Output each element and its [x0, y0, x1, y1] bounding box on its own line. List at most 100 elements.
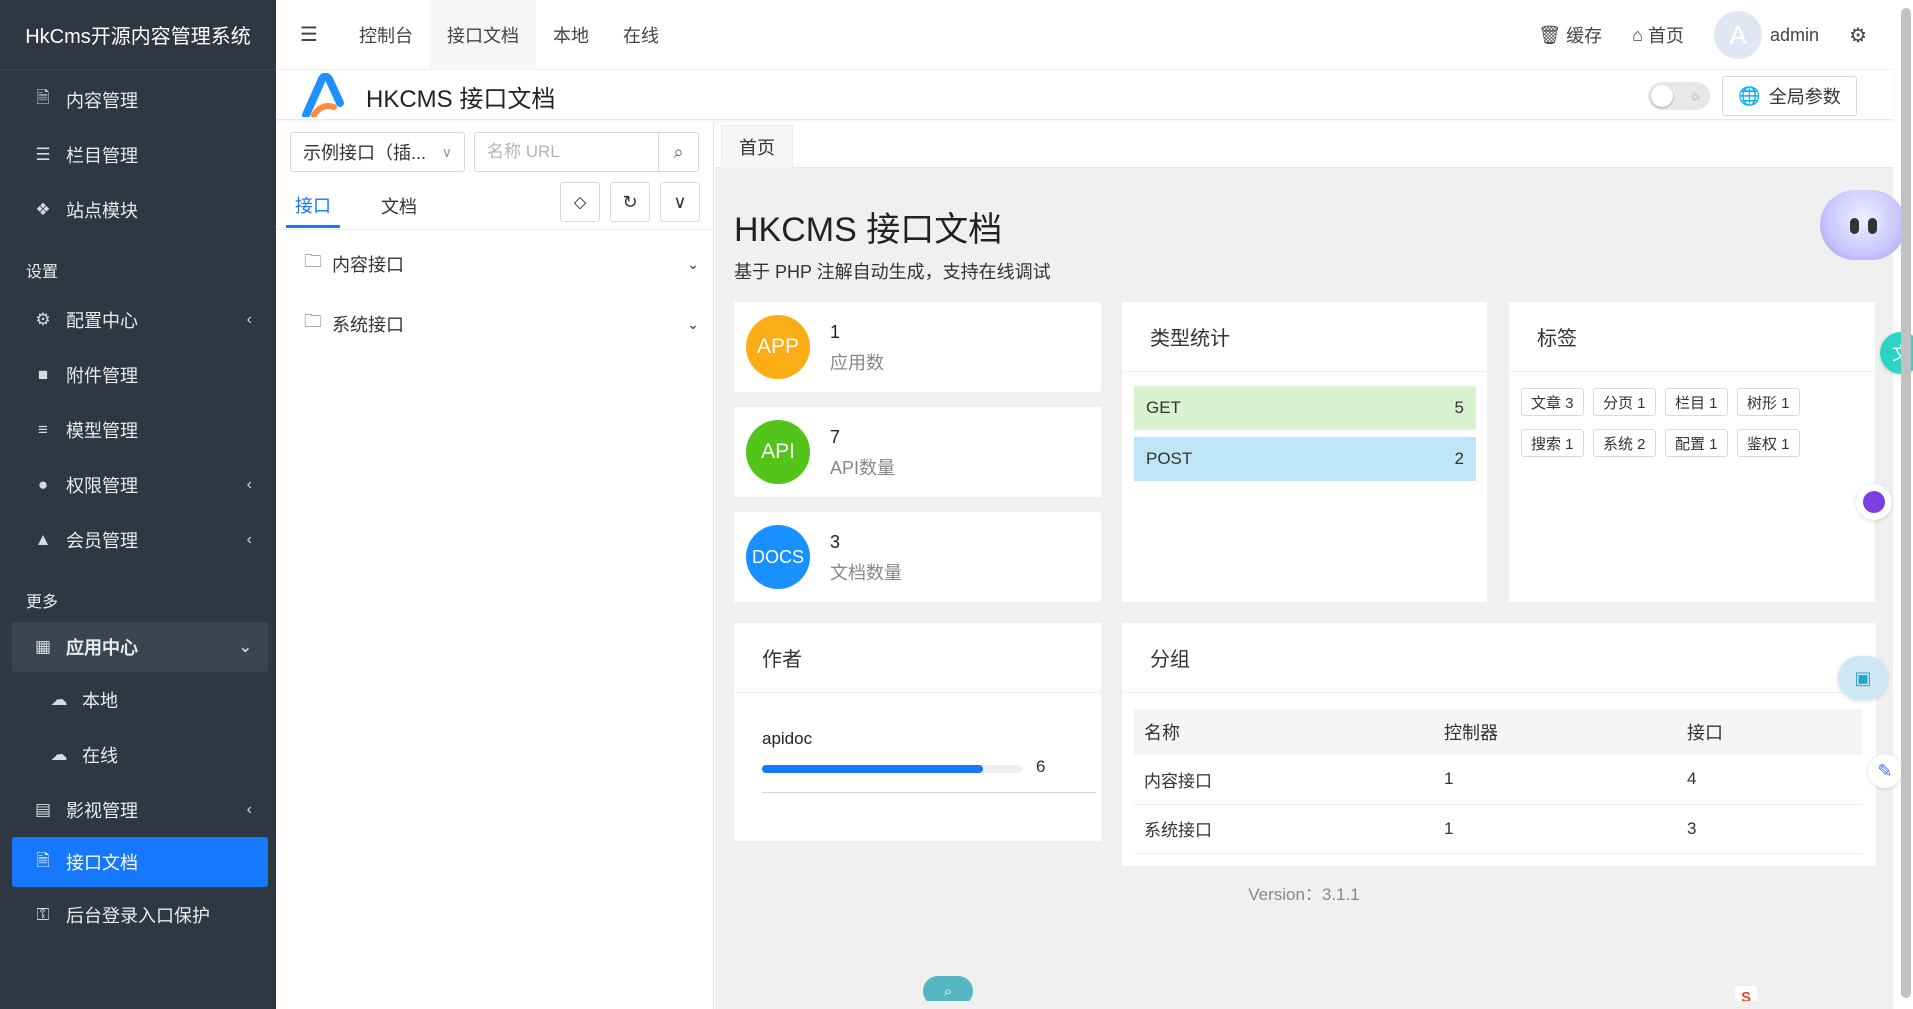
sidebar-item-category[interactable]: ☰ 栏目管理 [0, 127, 276, 182]
cloud-download-icon: ☁ [50, 689, 68, 709]
sidebar-item-site-module[interactable]: ❖ 站点模块 [0, 182, 276, 237]
chevron-left-icon: ‹ [246, 475, 252, 493]
bot-eye [1868, 218, 1877, 234]
tab-online[interactable]: 在线 [606, 0, 676, 70]
sidebar-item-video[interactable]: ▤ 影视管理 ‹ [0, 782, 276, 837]
stat-card-app: APP 1 应用数 [734, 302, 1101, 392]
user-tie-icon: ▲ [34, 529, 52, 549]
horizontal-scrollbar[interactable] [715, 1001, 1893, 1009]
sidebar-item-label: 影视管理 [66, 800, 138, 821]
tag-item[interactable]: 系统 2 [1593, 429, 1656, 457]
gear-icon[interactable]: ⚙ [1849, 23, 1867, 48]
sidebar-item-api-doc[interactable]: 🗎 接口文档 [12, 837, 268, 887]
table-row[interactable]: 系统接口 1 3 [1134, 804, 1862, 854]
edit-widget-icon[interactable]: ✎ [1868, 754, 1902, 788]
sidebar-item-label: 模型管理 [66, 420, 138, 441]
globe-icon: 🌐 [1738, 85, 1761, 106]
tab-local[interactable]: 本地 [536, 0, 606, 70]
stat-badge: APP [746, 315, 810, 379]
sidebar-item-attachment[interactable]: ■ 附件管理 [0, 347, 276, 402]
cell-api: 4 [1677, 755, 1862, 805]
toggle-knob [1651, 85, 1673, 107]
tab-api-doc[interactable]: 接口文档 [430, 0, 536, 70]
groups-table: 名称 控制器 接口 内容接口 1 4 系统接口 1 3 [1134, 709, 1862, 854]
crumb-home[interactable]: 首页 [721, 125, 793, 168]
stat-badge: DOCS [746, 525, 810, 589]
menu-toggle-icon[interactable]: ☰ [276, 22, 342, 47]
cloud-icon: ☁ [50, 744, 68, 764]
col-api: 接口 [1677, 709, 1862, 755]
sidebar-item-login-protect[interactable]: ⚿ 后台登录入口保护 [0, 887, 276, 942]
sidebar-menu-settings: ⚙ 配置中心 ‹ ■ 附件管理 ≡ 模型管理 ● 权限管理 ‹ ▲ 会员管理 ‹ [0, 292, 276, 567]
crumb-bar: 首页 [715, 122, 1893, 168]
author-card: 作者 apidoc 6 [734, 623, 1101, 841]
home-link[interactable]: ⌂ 首页 [1632, 22, 1684, 48]
top-right-actions: 🗑 缓存 ⌂ 首页 A admin ⚙ [1538, 0, 1893, 70]
theme-toggle[interactable]: ☼ [1648, 82, 1710, 110]
file-icon: 🗎 [36, 88, 50, 107]
tree-group-label: 内容接口 [332, 255, 404, 275]
sidebar-item-label: 在线 [82, 745, 118, 766]
bot-eye [1850, 218, 1859, 234]
tag-item[interactable]: 配置 1 [1665, 429, 1728, 457]
tag-icon: ⬦ [573, 191, 587, 212]
bot-face [1863, 491, 1885, 513]
home-label: 首页 [1648, 26, 1685, 46]
chevron-down-icon: ⌄ [687, 315, 699, 332]
search-icon[interactable]: ⌕ [658, 133, 698, 171]
type-method: POST [1146, 449, 1193, 468]
sidebar-item-member[interactable]: ▲ 会员管理 ‹ [0, 512, 276, 567]
stat-badge: API [746, 420, 810, 484]
doc-header-title: HKCMS 接口文档 [366, 86, 556, 113]
tag-item[interactable]: 搜索 1 [1521, 429, 1584, 457]
brand-title[interactable]: HkCms开源内容管理系统 [0, 0, 276, 70]
user-name[interactable]: admin [1770, 25, 1819, 46]
sidebar-item-online[interactable]: ☁ 在线 [0, 727, 276, 782]
sidebar-item-local[interactable]: ☁ 本地 [0, 672, 276, 727]
tag-item[interactable]: 栏目 1 [1665, 388, 1728, 416]
table-row[interactable]: 内容接口 1 4 [1134, 755, 1862, 805]
sidebar-item-config[interactable]: ⚙ 配置中心 ‹ [0, 292, 276, 347]
top-header: ☰ 控制台 接口文档 本地 在线 🗑 缓存 ⌂ 首页 A admin ⚙ [276, 0, 1893, 70]
tag-item[interactable]: 文章 3 [1521, 388, 1584, 416]
sidebar-menu: 🗎 内容管理 ☰ 栏目管理 ❖ 站点模块 [0, 72, 276, 237]
search-input[interactable] [475, 133, 658, 171]
tag-item[interactable]: 分页 1 [1593, 388, 1656, 416]
assistant-bot-icon[interactable] [1820, 190, 1906, 260]
chat-bot-icon[interactable] [1856, 484, 1892, 520]
page-scrollbar[interactable] [1901, 8, 1911, 998]
sidebar-item-label: 会员管理 [66, 530, 138, 551]
sidebar-item-model[interactable]: ≡ 模型管理 [0, 402, 276, 457]
tree-group[interactable]: 🗀 系统接口 ⌄ [304, 304, 699, 344]
tab-dashboard[interactable]: 控制台 [342, 0, 430, 70]
tag-item[interactable]: 鉴权 1 [1737, 429, 1800, 457]
section-settings: 设置 [26, 264, 59, 281]
home-icon: ⌂ [1632, 24, 1644, 45]
sidebar-item-app-center[interactable]: ▦ 应用中心 ⌄ [12, 622, 268, 672]
stat-value: 7 [830, 427, 841, 447]
author-progress [762, 765, 1022, 773]
app-select[interactable]: 示例接口（插... ∨ [290, 132, 465, 172]
refresh-button[interactable]: ↻ [610, 182, 650, 222]
sidebar-item-permission[interactable]: ● 权限管理 ‹ [0, 457, 276, 512]
collapse-button[interactable]: ∨ [660, 182, 700, 222]
sidebar-item-content[interactable]: 🗎 内容管理 [0, 72, 276, 127]
apidoc-logo-icon [302, 73, 344, 117]
type-stats-card: 类型统计 GET 5 POST 2 [1122, 302, 1487, 602]
note-widget-icon[interactable]: ▣ [1838, 656, 1888, 700]
tag-item[interactable]: 树形 1 [1737, 388, 1800, 416]
page-title: HKCMS 接口文档 [734, 211, 1003, 249]
divider [762, 792, 1096, 793]
avatar[interactable]: A [1714, 11, 1763, 59]
gear-icon: ⚙ [35, 309, 51, 329]
type-count: 5 [1454, 398, 1464, 417]
sidebar-item-label: 应用中心 [66, 638, 138, 658]
global-params-button[interactable]: 🌐 全局参数 [1722, 76, 1857, 116]
tab-api[interactable]: 接口 [286, 184, 340, 228]
cache-button[interactable]: 🗑 缓存 [1538, 22, 1602, 48]
stat-label: 应用数 [830, 353, 884, 373]
tree-group[interactable]: 🗀 内容接口 ⌄ [304, 244, 699, 284]
tag-filter-button[interactable]: ⬦ [560, 182, 600, 222]
tab-docs[interactable]: 文档 [372, 184, 426, 228]
folder-icon: ■ [37, 364, 49, 384]
